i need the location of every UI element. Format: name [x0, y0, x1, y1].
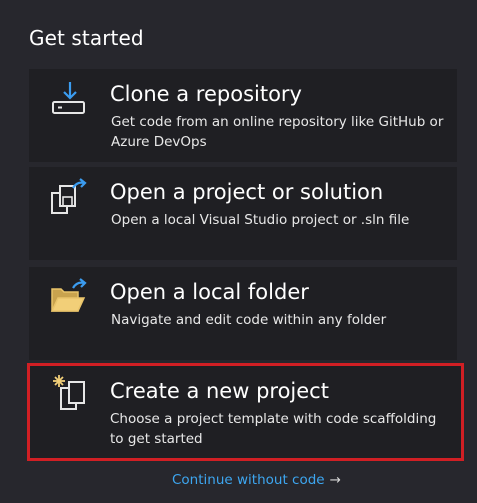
page-title: Get started — [29, 26, 144, 50]
card-title: Create a new project — [110, 379, 329, 403]
clone-repository-icon — [49, 79, 89, 119]
card-description: Choose a project template with code scaf… — [110, 411, 437, 447]
open-folder-button[interactable]: Open a local folder Navigate and edit co… — [29, 267, 457, 360]
card-description: Get code from an online repository like … — [111, 114, 444, 150]
card-title: Open a local folder — [110, 280, 309, 304]
continue-link-label: Continue without code — [172, 472, 325, 488]
new-project-icon — [50, 373, 90, 413]
card-description: Navigate and edit code within any folder — [111, 312, 387, 328]
open-project-button[interactable]: Open a project or solution Open a local … — [29, 167, 457, 260]
card-description: Open a local Visual Studio project or .s… — [111, 212, 410, 228]
open-folder-icon — [49, 277, 89, 317]
card-title: Clone a repository — [110, 82, 302, 106]
card-title: Open a project or solution — [110, 180, 384, 204]
arrow-right-icon: → — [329, 472, 341, 488]
clone-repository-button[interactable]: Clone a repository Get code from an onli… — [29, 69, 457, 162]
continue-without-code-link[interactable]: Continue without code → — [172, 470, 341, 490]
create-new-project-button[interactable]: Create a new project Choose a project te… — [27, 363, 464, 461]
open-project-icon — [49, 177, 89, 217]
